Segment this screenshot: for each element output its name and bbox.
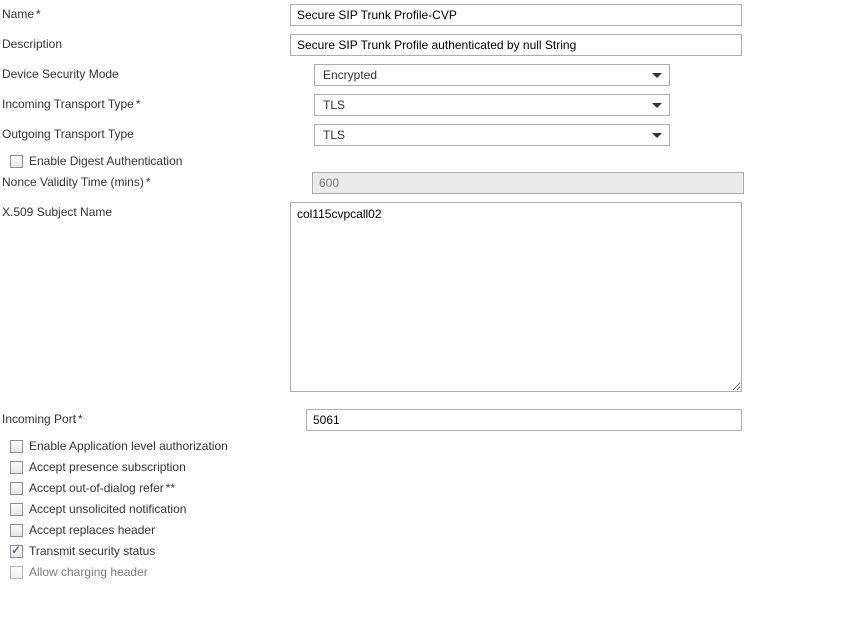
accept-replaces-label: Accept replaces header [29, 523, 155, 537]
transmit-security-label: Transmit security status [29, 544, 155, 558]
x509-subject-name-input[interactable] [290, 202, 742, 392]
device-security-mode-value: Encrypted [323, 68, 377, 82]
accept-presence-sub-checkbox[interactable] [10, 461, 23, 474]
device-security-mode-label: Device Security Mode [0, 64, 314, 81]
outgoing-transport-type-value: TLS [323, 128, 345, 142]
enable-digest-auth-label: Enable Digest Authentication [29, 154, 182, 168]
outgoing-transport-type-label: Outgoing Transport Type [0, 124, 314, 141]
allow-charging-checkbox[interactable] [10, 566, 23, 579]
nonce-validity-input [312, 172, 744, 194]
x509-subject-name-label: X.509 Subject Name [0, 202, 290, 219]
description-input[interactable] [290, 34, 742, 56]
incoming-transport-type-label: Incoming Transport Type [0, 94, 314, 111]
name-input[interactable] [290, 4, 742, 26]
transmit-security-checkbox[interactable] [10, 545, 23, 558]
name-label: Name [0, 4, 290, 21]
incoming-transport-type-value: TLS [323, 98, 345, 112]
accept-presence-sub-label: Accept presence subscription [29, 460, 186, 474]
description-label: Description [0, 34, 290, 51]
accept-unsolicited-label: Accept unsolicited notification [29, 502, 186, 516]
accept-unsolicited-checkbox[interactable] [10, 503, 23, 516]
outgoing-transport-type-select[interactable]: TLS [314, 124, 670, 146]
accept-out-of-dialog-label: Accept out-of-dialog refer [29, 481, 175, 495]
accept-replaces-checkbox[interactable] [10, 524, 23, 537]
accept-out-of-dialog-checkbox[interactable] [10, 482, 23, 495]
incoming-port-input[interactable] [306, 409, 742, 431]
nonce-validity-label: Nonce Validity Time (mins) [0, 172, 312, 189]
enable-digest-auth-checkbox[interactable] [10, 155, 23, 168]
device-security-mode-select[interactable]: Encrypted [314, 64, 670, 86]
allow-charging-label: Allow charging header [29, 565, 148, 579]
enable-app-auth-label: Enable Application level authorization [29, 439, 228, 453]
incoming-port-label: Incoming Port [0, 409, 306, 426]
enable-app-auth-checkbox[interactable] [10, 440, 23, 453]
incoming-transport-type-select[interactable]: TLS [314, 94, 670, 116]
